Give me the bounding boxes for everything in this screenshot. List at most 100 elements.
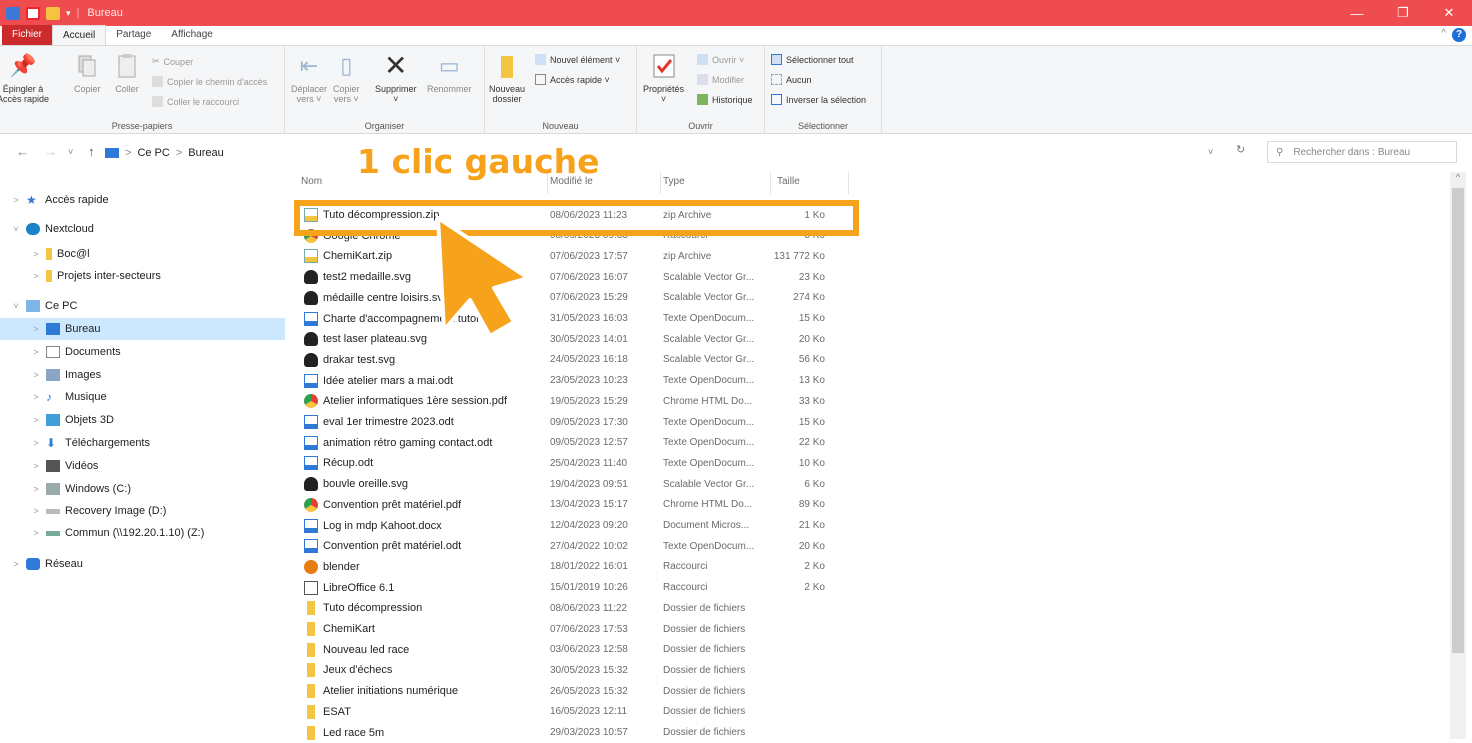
- customize-toolbar-icon[interactable]: ▾: [66, 8, 71, 19]
- cut-button[interactable]: ✂ Couper: [152, 56, 193, 67]
- sidebar-item-bureau[interactable]: > Bureau: [0, 318, 285, 340]
- select-none-button[interactable]: Aucun: [771, 74, 812, 85]
- properties-quick-icon[interactable]: [26, 6, 40, 20]
- pin-quick-access-button[interactable]: 📌 Épingler à Accès rapide: [0, 52, 49, 105]
- sidebar-item-reseau[interactable]: > Réseau: [0, 553, 285, 575]
- edit-button[interactable]: Modifier: [697, 74, 744, 85]
- file-row[interactable]: drakar test.svg 24/05/2023 16:18 Scalable …: [295, 350, 848, 370]
- move-to-button[interactable]: ⇤ Déplacer vers ˅: [291, 52, 327, 105]
- collapse-ribbon-icon[interactable]: ^: [1441, 28, 1446, 39]
- new-folder-quick-icon[interactable]: [46, 6, 60, 20]
- drive-icon: [46, 483, 60, 495]
- file-row[interactable]: LibreOffice 6.1 15/01/2019 10:26 Raccourci…: [295, 578, 848, 598]
- file-type: Texte OpenDocum...: [663, 416, 755, 428]
- sidebar-item-windows-c[interactable]: > Windows (C:): [0, 478, 285, 500]
- column-header-type[interactable]: Type: [663, 176, 685, 187]
- sidebar-item-documents[interactable]: > Documents: [0, 341, 285, 363]
- file-type: Scalable Vector Gr...: [663, 354, 755, 366]
- sidebar-item-videos[interactable]: > Vidéos: [0, 455, 285, 477]
- file-row[interactable]: Tuto décompression 08/06/2023 11:22 Dossie…: [295, 598, 848, 618]
- file-row[interactable]: médaille centre loisirs.svg 07/06/2023 15…: [295, 288, 848, 308]
- refresh-icon[interactable]: ↻: [1236, 143, 1245, 156]
- column-header-name[interactable]: Nom: [301, 176, 322, 187]
- file-row[interactable]: Convention prêt matériel.pdf 13/04/2023 1…: [295, 495, 848, 515]
- file-row[interactable]: ESAT 16/05/2023 12:11 Dossier de fichiers: [295, 702, 848, 722]
- scrollbar-thumb[interactable]: [1452, 188, 1464, 653]
- file-size: 22 Ko: [798, 437, 825, 449]
- properties-button[interactable]: Propriétés ˅: [643, 52, 684, 104]
- window-title: Bureau: [87, 7, 123, 19]
- back-arrow-icon[interactable]: ←: [16, 144, 29, 159]
- file-type: Dossier de fichiers: [663, 644, 746, 656]
- search-input[interactable]: ⚲ Rechercher dans : Bureau: [1267, 141, 1457, 163]
- forward-arrow-icon[interactable]: →: [44, 144, 57, 159]
- new-item-button[interactable]: Nouvel élément ˅: [535, 54, 620, 65]
- close-button[interactable]: ✕: [1426, 0, 1472, 26]
- sidebar-item-recovery-d[interactable]: > Recovery Image (D:): [0, 500, 285, 522]
- help-icon[interactable]: ?: [1452, 28, 1466, 42]
- file-row[interactable]: Led race 5m 29/03/2023 10:57 Dossier de fi…: [295, 723, 848, 743]
- sidebar-item-bocal[interactable]: > Boc@l: [0, 243, 285, 265]
- file-row[interactable]: test2 medaille.svg 07/06/2023 16:07 Scalab…: [295, 267, 848, 287]
- recent-locations-icon[interactable]: ˅: [68, 147, 73, 157]
- paste-button[interactable]: Coller: [114, 52, 140, 94]
- tab-accueil[interactable]: Accueil: [52, 25, 107, 45]
- file-name: Convention prêt matériel.odt: [323, 540, 462, 553]
- file-row[interactable]: Atelier informatiques 1ère session.pdf 19…: [295, 391, 848, 411]
- invert-selection-button[interactable]: Inverser la sélection: [771, 94, 866, 105]
- rename-button[interactable]: ▭ Renommer: [427, 52, 472, 95]
- tab-fichier[interactable]: Fichier: [2, 25, 53, 45]
- file-row[interactable]: animation rétro gaming contact.odt 09/05/…: [295, 433, 848, 453]
- file-type: zip Archive: [663, 250, 712, 262]
- file-size: 15 Ko: [798, 416, 825, 428]
- file-row[interactable]: Charte d'accompagnement tutorat.odt 31/05…: [295, 309, 848, 329]
- file-row[interactable]: test laser plateau.svg 30/05/2023 14:01 Sc…: [295, 329, 848, 349]
- sidebar-item-nextcloud[interactable]: ˅ Nextcloud: [0, 218, 285, 240]
- file-size: 10 Ko: [798, 457, 825, 469]
- sidebar-item-images[interactable]: > Images: [0, 364, 285, 386]
- file-row[interactable]: ChemiKart 07/06/2023 17:53 Dossier de fich…: [295, 619, 848, 639]
- sidebar-item-commun-z[interactable]: > Commun (\\192.20.1.10) (Z:): [0, 522, 285, 544]
- history-button[interactable]: Historique: [697, 94, 753, 105]
- copy-to-button[interactable]: ▯ Copier vers ˅: [333, 52, 360, 105]
- copy-button[interactable]: Copier: [74, 52, 101, 94]
- tab-partage[interactable]: Partage: [106, 25, 161, 45]
- scroll-up-icon[interactable]: ^: [1450, 172, 1466, 188]
- file-row[interactable]: Convention prêt matériel.odt 27/04/2022 1…: [295, 536, 848, 556]
- easy-access-button[interactable]: Accès rapide ˅: [535, 74, 610, 85]
- file-row[interactable]: ChemiKart.zip 07/06/2023 17:57 zip Archive…: [295, 246, 848, 266]
- file-row[interactable]: Atelier initiations numérique 26/05/2023 …: [295, 681, 848, 701]
- sidebar-item-ce-pc[interactable]: ˅ Ce PC: [0, 295, 285, 317]
- open-button[interactable]: Ouvrir ˅: [697, 54, 744, 65]
- file-row[interactable]: Log in mdp Kahoot.docx 12/04/2023 09:20 Do…: [295, 516, 848, 536]
- breadcrumb-folder[interactable]: Bureau: [188, 147, 223, 159]
- new-folder-button[interactable]: Nouveau dossier: [489, 52, 525, 104]
- file-row[interactable]: Idée atelier mars a mai.odt 23/05/2023 10…: [295, 371, 848, 391]
- delete-button[interactable]: ✕ Supprimer ˅: [375, 52, 417, 105]
- column-header-size[interactable]: Taille: [777, 176, 800, 187]
- nextcloud-icon: [26, 223, 40, 235]
- file-row[interactable]: bouvle oreille.svg 19/04/2023 09:51 Scalab…: [295, 474, 848, 494]
- file-row[interactable]: Récup.odt 25/04/2023 11:40 Texte OpenDocum…: [295, 453, 848, 473]
- file-row[interactable]: Jeux d'échecs 30/05/2023 15:32 Dossier de …: [295, 660, 848, 680]
- up-arrow-icon[interactable]: ↑: [88, 144, 95, 159]
- address-bar[interactable]: > Ce PC > Bureau: [105, 143, 1255, 163]
- file-row[interactable]: blender 18/01/2022 16:01 Raccourci 2 Ko: [295, 557, 848, 577]
- maximize-button[interactable]: ❐: [1380, 0, 1426, 26]
- address-dropdown-icon[interactable]: ˅: [1208, 147, 1213, 157]
- breadcrumb-root[interactable]: Ce PC: [137, 147, 169, 159]
- sidebar-item-musique[interactable]: > ♪ Musique: [0, 386, 285, 408]
- select-all-button[interactable]: Sélectionner tout: [771, 54, 854, 65]
- vertical-scrollbar[interactable]: ^: [1450, 172, 1466, 739]
- file-row[interactable]: eval 1er trimestre 2023.odt 09/05/2023 17…: [295, 412, 848, 432]
- sidebar-item-telechargements[interactable]: > ⬇ Téléchargements: [0, 432, 285, 454]
- group-label: Organiser: [364, 121, 405, 131]
- sidebar-item-acces-rapide[interactable]: > ★ Accès rapide: [0, 189, 285, 211]
- tab-affichage[interactable]: Affichage: [161, 25, 223, 45]
- sidebar-item-projets[interactable]: > Projets inter-secteurs: [0, 265, 285, 287]
- minimize-button[interactable]: —: [1334, 0, 1380, 26]
- file-row[interactable]: Nouveau led race 03/06/2023 12:58 Dossier …: [295, 640, 848, 660]
- copy-path-button[interactable]: Copier le chemin d'accès: [152, 76, 267, 87]
- sidebar-item-objets-3d[interactable]: > Objets 3D: [0, 409, 285, 431]
- paste-shortcut-button[interactable]: Coller le raccourci: [152, 96, 239, 107]
